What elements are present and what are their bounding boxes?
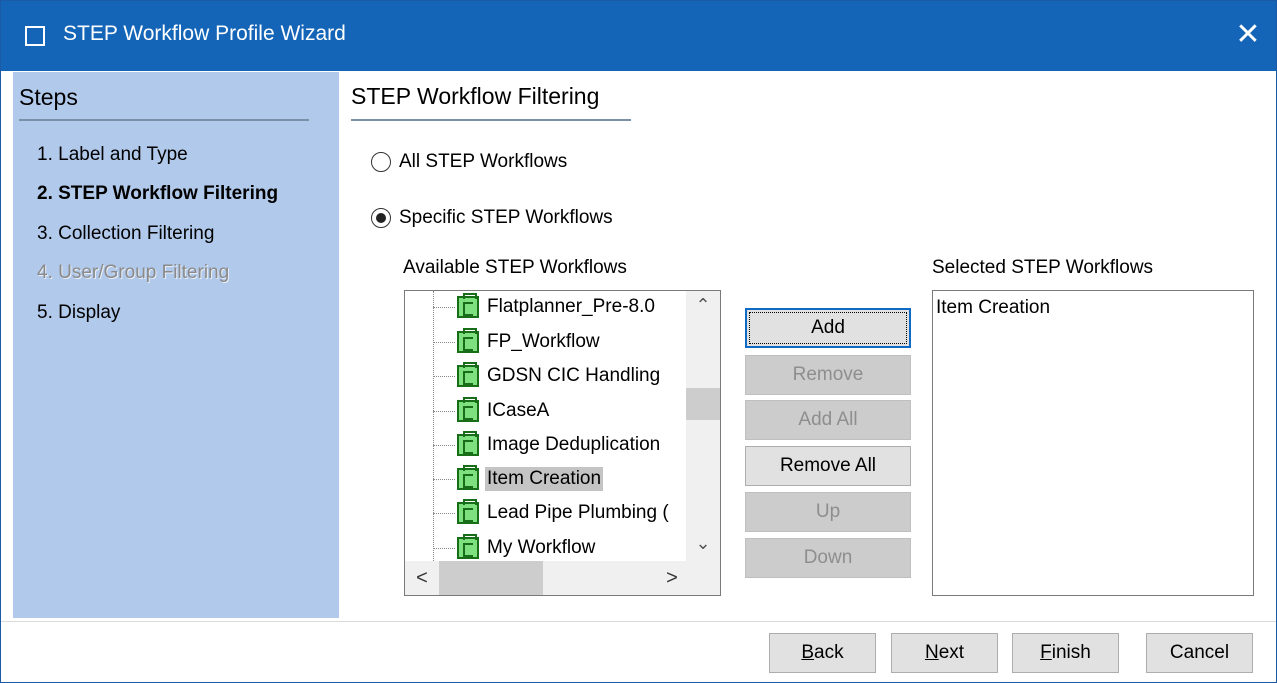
tree-item-label: GDSN CIC Handling <box>487 365 661 386</box>
horizontal-scrollbar[interactable]: < > <box>405 561 688 595</box>
scroll-up-icon[interactable]: ⌃ <box>686 293 720 317</box>
radio-all-label: All STEP Workflows <box>399 151 568 172</box>
vertical-scrollbar[interactable]: ⌃ ⌄ <box>686 291 720 561</box>
scroll-down-icon[interactable]: ⌄ <box>686 531 720 555</box>
step-display: 5. Display <box>37 302 121 323</box>
tree-item-label: My Workflow <box>487 537 596 558</box>
next-label: ext <box>938 642 965 663</box>
workflow-icon <box>457 431 479 456</box>
selected-workflows-list[interactable]: Item Creation <box>932 290 1254 596</box>
back-mnemonic: B <box>801 642 815 663</box>
tree-item[interactable]: My Workflow <box>433 533 597 563</box>
workflow-icon <box>457 499 479 524</box>
tree-connector <box>433 341 455 343</box>
tree-item[interactable]: GDSN CIC Handling <box>433 361 662 391</box>
radio-specific-workflows[interactable]: Specific STEP Workflows <box>371 207 613 229</box>
finish-label: inish <box>1051 642 1091 663</box>
vertical-scroll-thumb[interactable] <box>686 388 720 420</box>
add-button[interactable]: Add <box>745 308 911 348</box>
tree-connector <box>433 306 455 308</box>
step-collection-filtering: 3. Collection Filtering <box>37 223 215 244</box>
title-bar: STEP Workflow Profile Wizard ✕ <box>1 1 1276 71</box>
tree-connector <box>433 410 455 412</box>
tree-item-label: Item Creation <box>485 467 604 491</box>
tree-item-label: FP_Workflow <box>487 331 600 352</box>
steps-sidebar: Steps 1. Label and Type 2. STEP Workflow… <box>13 72 339 618</box>
workflow-icon <box>457 328 479 353</box>
step-label-and-type: 1. Label and Type <box>37 144 188 165</box>
tree-item-label: Flatplanner_Pre-8.0 <box>487 296 655 317</box>
radio-all-circle[interactable] <box>371 152 391 172</box>
page-title: STEP Workflow Filtering <box>351 83 600 109</box>
workflow-icon <box>457 293 479 318</box>
tree-connector <box>433 444 455 446</box>
next-button[interactable]: Next <box>891 633 998 673</box>
tree-item-label: ICaseA <box>487 400 550 421</box>
radio-all-workflows[interactable]: All STEP Workflows <box>371 151 567 173</box>
footer-divider <box>1 621 1276 622</box>
tree-item[interactable]: FP_Workflow <box>433 327 602 357</box>
scrollbar-corner <box>686 561 720 595</box>
step-user-group-filtering: 4. User/Group Filtering <box>37 262 230 283</box>
scroll-right-icon[interactable]: > <box>657 561 687 595</box>
back-label: ack <box>814 642 844 663</box>
tree-item[interactable]: ICaseA <box>433 396 551 426</box>
cancel-button[interactable]: Cancel <box>1146 633 1253 673</box>
remove-all-button[interactable]: Remove All <box>745 446 911 486</box>
tree-item-selected[interactable]: Item Creation <box>433 464 604 494</box>
window-title: STEP Workflow Profile Wizard <box>63 22 346 45</box>
radio-specific-label: Specific STEP Workflows <box>399 207 613 228</box>
available-workflows-tree[interactable]: Flatplanner_Pre-8.0 FP_Workflow GDSN CIC… <box>404 290 721 596</box>
finish-button[interactable]: Finish <box>1012 633 1119 673</box>
workflow-icon <box>457 465 479 490</box>
tree-connector <box>433 478 455 480</box>
tree-item-label: Lead Pipe Plumbing ( <box>487 502 669 523</box>
wizard-window: STEP Workflow Profile Wizard ✕ Steps 1. … <box>0 0 1277 683</box>
next-mnemonic: N <box>924 642 939 663</box>
steps-title: Steps <box>19 84 78 110</box>
up-button[interactable]: Up <box>745 492 911 532</box>
scroll-left-icon[interactable]: < <box>407 561 437 595</box>
workflow-icon <box>457 397 479 422</box>
down-button[interactable]: Down <box>745 538 911 578</box>
horizontal-scroll-thumb[interactable] <box>439 561 543 595</box>
tree-item[interactable]: Lead Pipe Plumbing ( <box>433 498 671 528</box>
tree-connector <box>433 547 455 549</box>
list-item[interactable]: Item Creation <box>936 297 1050 319</box>
workflow-icon <box>457 534 479 559</box>
tree-item[interactable]: Flatplanner_Pre-8.0 <box>433 292 657 322</box>
close-icon: ✕ <box>1235 18 1261 51</box>
radio-specific-circle[interactable] <box>371 208 391 228</box>
finish-mnemonic: F <box>1040 642 1052 663</box>
add-button-label: Add <box>749 312 907 344</box>
tree-item-label: Image Deduplication <box>487 434 661 455</box>
tree-connector <box>433 375 455 377</box>
selected-workflows-label: Selected STEP Workflows <box>932 257 1154 278</box>
workflow-icon <box>457 362 479 387</box>
step-workflow-filtering: 2. STEP Workflow Filtering <box>37 183 279 204</box>
steps-title-divider <box>19 119 309 121</box>
add-all-button[interactable]: Add All <box>745 400 911 440</box>
window-app-icon <box>25 26 45 46</box>
page-title-divider <box>351 119 631 121</box>
available-workflows-label: Available STEP Workflows <box>403 257 627 278</box>
back-button[interactable]: Back <box>769 633 876 673</box>
tree-item[interactable]: Image Deduplication <box>433 430 662 460</box>
close-button[interactable]: ✕ <box>1228 15 1268 55</box>
tree-connector <box>433 512 455 514</box>
remove-button[interactable]: Remove <box>745 355 911 395</box>
